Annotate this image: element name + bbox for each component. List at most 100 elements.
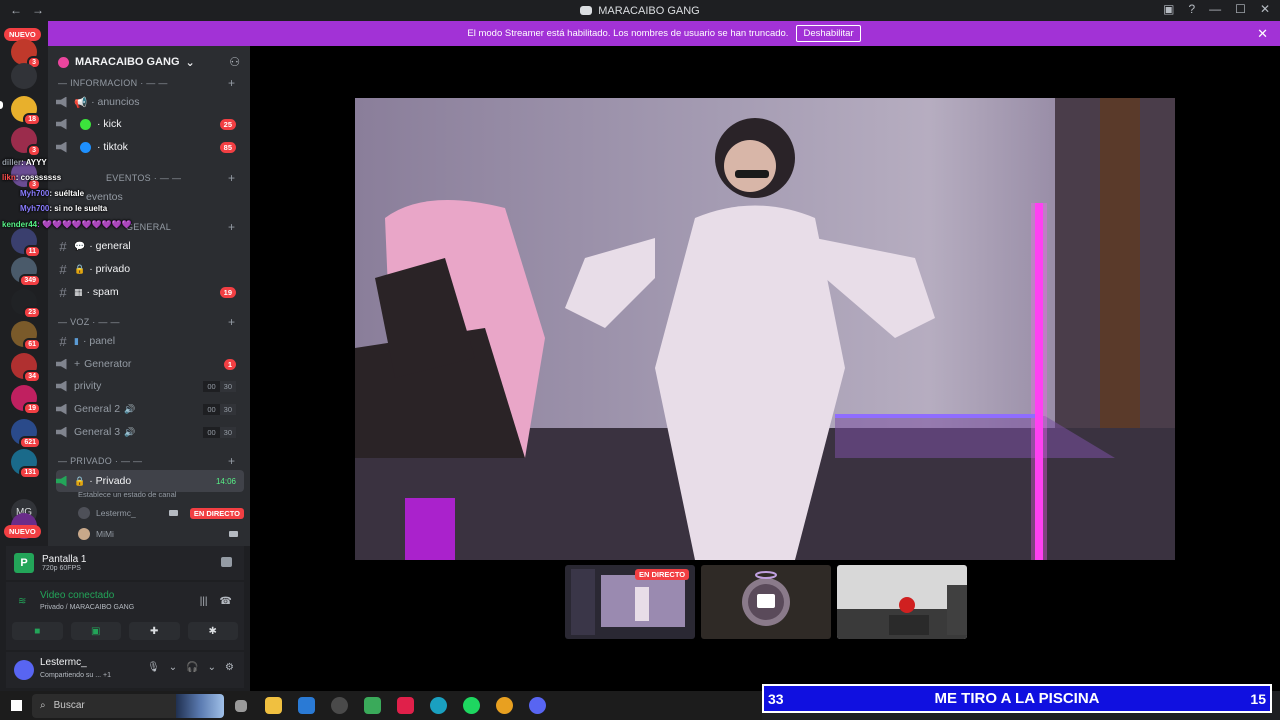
camera-off-icon	[757, 594, 775, 608]
channel-kick[interactable]: · kick 25	[56, 114, 244, 134]
start-button[interactable]	[0, 700, 32, 711]
chevron-down-icon[interactable]: ⌄	[169, 662, 177, 673]
chat-text: : cosssssss	[15, 173, 62, 182]
server-icon[interactable]: 19	[11, 385, 41, 415]
edge-icon	[430, 697, 447, 714]
server-icon[interactable]: 3	[11, 127, 41, 157]
inbox-icon[interactable]: ▣	[1163, 2, 1174, 16]
server-header[interactable]: MARACAIBO GANG ⌄ ⚇	[48, 46, 250, 78]
maximize-icon[interactable]: ☐	[1235, 2, 1246, 16]
unread-badge: 19	[23, 402, 41, 415]
thumbnail-avatar[interactable]	[701, 565, 831, 639]
thumbnail-screen-share[interactable]: EN DIRECTO	[565, 565, 695, 639]
channel-generator[interactable]: + Generator 1	[56, 354, 244, 374]
announcement-icon	[56, 141, 67, 153]
chat-user: diller	[2, 158, 22, 167]
volume-icon: 🔊	[124, 426, 136, 437]
server-icon[interactable]: 61	[11, 321, 41, 351]
category-voz[interactable]: — VOZ · — — +	[58, 315, 235, 329]
chevron-down-icon: ⌄	[185, 56, 195, 69]
server-icon[interactable]: 349	[11, 257, 41, 287]
unread-pip	[0, 101, 3, 109]
activities-button[interactable]: ✚	[129, 622, 180, 640]
help-icon[interactable]: ?	[1188, 2, 1195, 16]
taskbar-search[interactable]: ⌕ Buscar	[32, 693, 224, 718]
category-info[interactable]: — INFORMACION · — — +	[58, 76, 235, 90]
task-view-button[interactable]	[224, 699, 257, 712]
edge-button[interactable]	[422, 697, 455, 714]
stop-stream-icon[interactable]	[221, 557, 232, 567]
category-eventos[interactable]: EVENTOS · — — +	[106, 171, 235, 185]
screen-share-title: Pantalla 1	[42, 554, 87, 565]
window-title-text: MARACAIBO GANG	[598, 4, 700, 17]
close-banner-icon[interactable]: ✕	[1257, 26, 1268, 42]
server-icon[interactable]: 3	[11, 39, 41, 69]
store-button[interactable]	[356, 697, 389, 714]
tiktok-button[interactable]	[389, 697, 422, 714]
invite-people-icon[interactable]: ⚇	[229, 55, 240, 69]
channel-privity[interactable]: privity 00 30	[56, 376, 244, 396]
user-status-text: Compartiendo su ...	[40, 672, 102, 679]
add-channel-icon[interactable]: +	[228, 315, 235, 329]
voice-channel[interactable]: Privado / MARACAIBO GANG	[40, 604, 134, 611]
main-video-stream[interactable]	[355, 98, 1175, 560]
camera-button[interactable]: ■	[12, 622, 63, 640]
user-status: Compartiendo su ... +1	[40, 672, 111, 679]
thumbnail-image	[837, 585, 967, 639]
disconnect-icon[interactable]: ☎	[220, 596, 232, 607]
add-channel-icon[interactable]: +	[228, 171, 235, 185]
chevron-down-icon[interactable]: ⌄	[208, 662, 216, 673]
channel-spam[interactable]: # ▦ · spam 19	[56, 282, 244, 302]
channel-tiktok[interactable]: · tiktok 85	[56, 137, 244, 157]
microphone-icon[interactable]: 🎙	[147, 662, 160, 673]
minimize-icon[interactable]: —	[1209, 2, 1221, 16]
channel-privado-voice[interactable]: 🔒 · Privado 14:06	[56, 470, 244, 492]
channel-anuncios[interactable]: 📢 · anuncios	[56, 92, 244, 112]
mention-badge: 25	[219, 118, 236, 130]
media-app-button[interactable]	[323, 697, 356, 714]
channel-status-prompt[interactable]: Establece un estado de canal	[78, 490, 176, 499]
file-explorer-button[interactable]	[257, 697, 290, 714]
outlook-button[interactable]	[290, 697, 323, 714]
category-general[interactable]: GENERAL +	[126, 220, 235, 234]
close-window-icon[interactable]: ✕	[1260, 2, 1270, 16]
voice-member[interactable]: MiMi	[78, 525, 244, 543]
add-channel-icon[interactable]: +	[228, 76, 235, 90]
channel-general-2[interactable]: General 2 🔊 00 30	[56, 399, 244, 419]
category-privado[interactable]: — PRIVADO · — — +	[58, 454, 235, 468]
stream-goal-ticker: 33 ME TIRO A LA PISCINA 15	[762, 684, 1272, 713]
add-channel-icon[interactable]: +	[228, 220, 235, 234]
media-app-icon	[331, 697, 348, 714]
avatar[interactable]	[14, 660, 34, 680]
add-channel-icon[interactable]: +	[228, 454, 235, 468]
server-icon[interactable]: 34	[11, 353, 41, 383]
soundboard-button[interactable]: ✱	[187, 622, 238, 640]
server-icon[interactable]: 131	[11, 449, 41, 479]
disable-streamer-button[interactable]: Deshabilitar	[796, 25, 861, 42]
discord-button[interactable]	[521, 697, 554, 714]
channel-general-3[interactable]: General 3 🔊 00 30	[56, 422, 244, 442]
settings-gear-icon[interactable]: ⚙	[225, 662, 234, 673]
headphones-icon[interactable]: 🎧	[186, 662, 198, 673]
channel-privado-text[interactable]: # 🔒 · privado	[56, 259, 244, 279]
server-icon[interactable]: 621	[11, 419, 41, 449]
back-arrow-icon[interactable]: ←	[10, 3, 22, 17]
server-icon[interactable]: 23	[11, 289, 41, 319]
channel-panel[interactable]: # ▮ · panel	[56, 331, 244, 351]
discover-icon[interactable]	[11, 63, 37, 89]
forward-arrow-icon[interactable]: →	[32, 3, 44, 17]
chrome-button[interactable]	[488, 697, 521, 714]
screen-share-button[interactable]: ▣	[70, 622, 121, 640]
unread-badge: 349	[19, 274, 41, 287]
server-icon[interactable]: 18	[11, 96, 41, 126]
new-pill-bottom[interactable]: NUEVO	[4, 525, 41, 538]
voice-member[interactable]: Lestermc_ EN DIRECTO	[78, 504, 244, 522]
channel-eventos[interactable]: eventos	[86, 187, 236, 207]
thumbnail-webcam[interactable]	[837, 565, 967, 639]
spotify-button[interactable]	[455, 697, 488, 714]
ticker-left-count: 33	[768, 690, 784, 707]
user-controls: 🎙 ⌄ 🎧 ⌄ ⚙	[147, 662, 234, 673]
channel-general[interactable]: # 💬 · general	[56, 236, 244, 256]
server-icon[interactable]: 11	[11, 228, 41, 258]
noise-suppression-icon[interactable]: |||	[200, 596, 208, 607]
